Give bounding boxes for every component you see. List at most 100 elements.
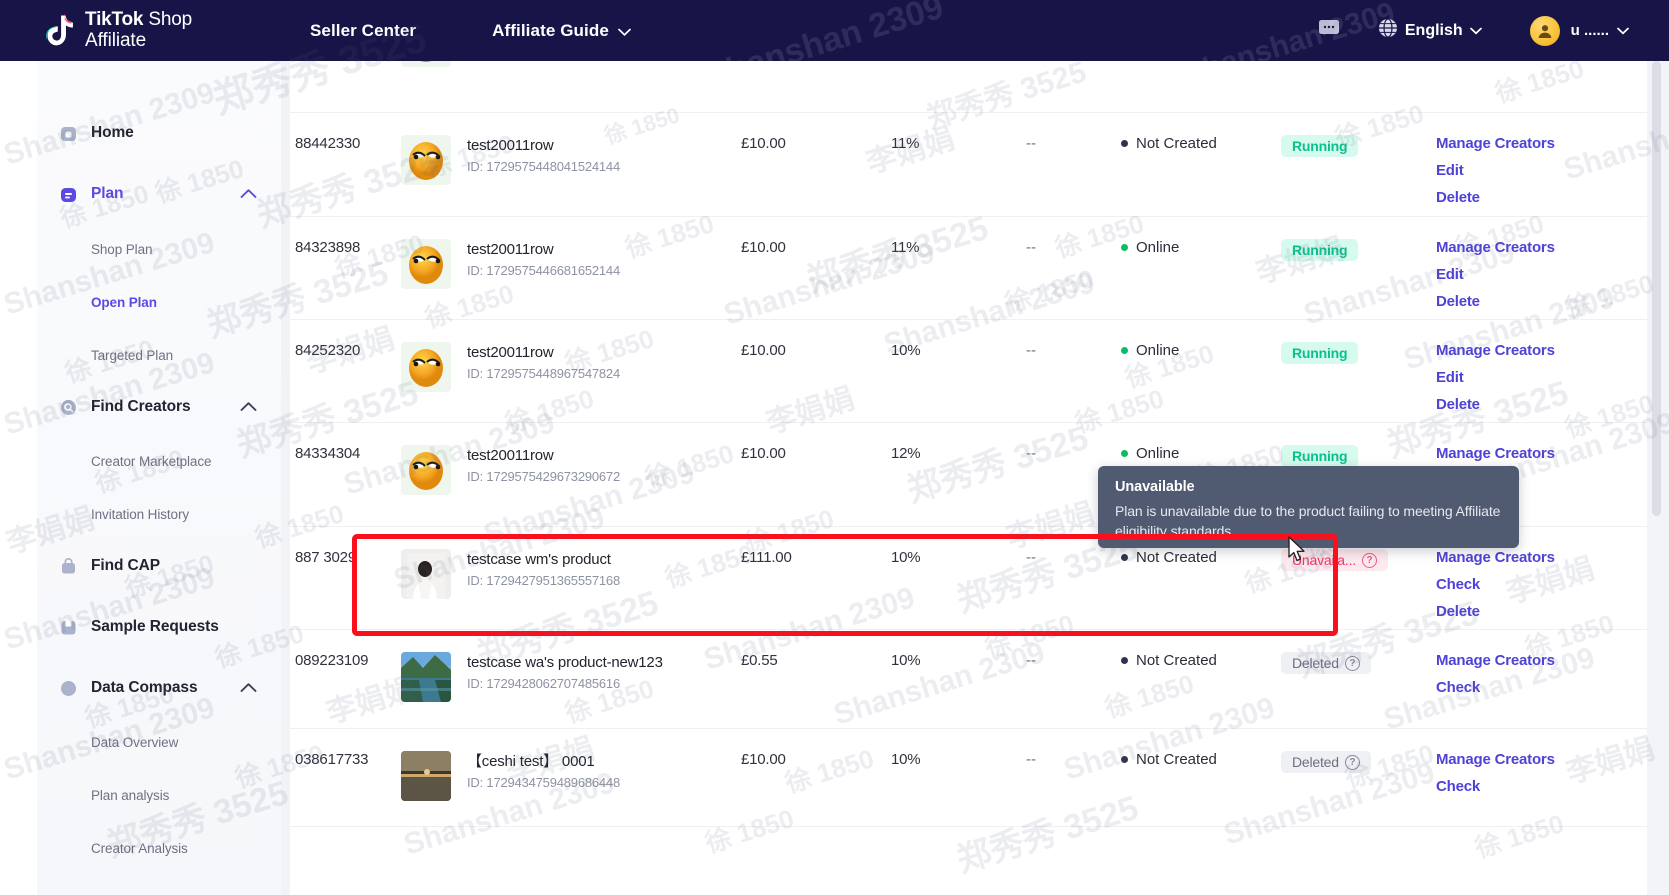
- price-cell: £10.00: [741, 135, 891, 153]
- nav-affiliate-guide[interactable]: Affiliate Guide: [492, 21, 631, 41]
- status-badge-label: Running: [1292, 242, 1348, 258]
- status-badge[interactable]: Deleted?: [1281, 751, 1371, 773]
- sidebar-item-home[interactable]: Home: [37, 117, 281, 149]
- status-badge[interactable]: Running: [1281, 135, 1359, 157]
- table-row[interactable]: 089223109 testcase wa's product-new123 ID:…: [281, 630, 1669, 729]
- price-cell: £111.00: [741, 549, 891, 567]
- help-question-icon[interactable]: ?: [1344, 655, 1360, 671]
- sidebar-subitem-shop-plan[interactable]: Shop Plan: [37, 235, 281, 263]
- status-badge[interactable]: Running: [1281, 445, 1359, 467]
- sidebar-subitem-targeted-plan[interactable]: Targeted Plan: [37, 341, 281, 369]
- action-link-edit[interactable]: Edit: [1436, 162, 1651, 179]
- unavailable-tooltip: Unavailable Plan is unavailable due to t…: [1098, 466, 1519, 548]
- action-link-check[interactable]: Check: [1436, 679, 1651, 696]
- action-link-manage-creators[interactable]: Manage Creators: [1436, 751, 1651, 768]
- product-name: testcase wm's product: [467, 551, 611, 568]
- action-link-manage-creators[interactable]: Manage Creators: [1436, 652, 1651, 669]
- price-value: £10.00: [741, 239, 786, 256]
- nav-seller-center[interactable]: Seller Center: [310, 21, 416, 41]
- sidebar-subitem-creator-analysis[interactable]: Creator Analysis: [37, 834, 281, 862]
- action-link-edit[interactable]: Edit: [1436, 369, 1651, 386]
- sidebar-item-find-creators-label: Find Creators: [91, 398, 191, 415]
- sidebar-item-sample-requests[interactable]: Sample Requests: [37, 611, 281, 643]
- sidebar-item-data-compass[interactable]: Data Compass: [37, 672, 281, 704]
- brand-logo[interactable]: TikTok Shop Affiliate: [40, 9, 192, 51]
- sidebar-item-plan[interactable]: Plan: [37, 178, 281, 210]
- action-link-manage-creators[interactable]: Manage Creators: [1436, 342, 1651, 359]
- language-selector[interactable]: English: [1378, 18, 1482, 43]
- nav-affiliate-guide-label: Affiliate Guide: [492, 20, 609, 40]
- product-emoji-thumbnail: [401, 135, 451, 185]
- sidebar-subitem-invitation-history[interactable]: Invitation History: [37, 500, 281, 528]
- action-link-delete[interactable]: Delete: [1436, 293, 1651, 310]
- left-scroll-rail: [281, 61, 290, 895]
- action-link-manage-creators[interactable]: Manage Creators: [1436, 239, 1651, 256]
- chevron-down-icon: [618, 21, 631, 41]
- globe-icon: [1378, 18, 1398, 43]
- product-status-label: Not Created: [1136, 549, 1217, 566]
- page-scrollbar[interactable]: [1647, 61, 1669, 895]
- table-row[interactable]: 84323898 test20011row ID: 1729575446681652…: [281, 217, 1669, 320]
- user-name-label: u ......: [1570, 22, 1609, 39]
- user-menu[interactable]: u ......: [1571, 22, 1629, 39]
- plan-id-cell: 089223109: [281, 652, 401, 669]
- product-status-label: Online: [1136, 342, 1180, 359]
- actions-cell: Manage Creators Check: [1436, 652, 1651, 696]
- action-link-check[interactable]: Check: [1436, 778, 1651, 795]
- plan-state-cell: Running: [1281, 445, 1436, 467]
- product-status-cell: Not Created: [1121, 135, 1281, 152]
- table-row[interactable]: 038617733 【ceshi test】 0001 ID: 1729434759…: [281, 729, 1669, 827]
- status-badge-label: Deleted: [1292, 754, 1339, 770]
- message-icon[interactable]: [1318, 19, 1340, 43]
- status-badge[interactable]: Running: [1281, 239, 1359, 261]
- table-row[interactable]: 88442330 test20011row ID: 1729575448041524…: [281, 113, 1669, 217]
- product-cell: 【ceshi test】 0001 ID: 1729434759489686448: [401, 751, 741, 801]
- action-link-edit[interactable]: Edit: [1436, 266, 1651, 283]
- chevron-up-icon[interactable]: [240, 399, 257, 417]
- empty-metric-value: --: [1026, 135, 1036, 152]
- commission-rate-cell: 11%: [891, 135, 1026, 153]
- status-badge[interactable]: Deleted?: [1281, 652, 1371, 674]
- help-question-icon[interactable]: ?: [1361, 552, 1377, 568]
- product-status-cell: Not Created: [1121, 549, 1281, 566]
- plan-state-cell: Deleted?: [1281, 652, 1436, 674]
- product-cell: ID: 1729575448372022192: [401, 61, 741, 67]
- product-emoji-thumbnail: [401, 445, 451, 495]
- status-dot-icon: [1121, 554, 1128, 561]
- action-link-check[interactable]: Check: [1436, 576, 1651, 593]
- status-badge[interactable]: Running: [1281, 342, 1359, 364]
- help-question-icon[interactable]: ?: [1344, 754, 1360, 770]
- chevron-up-icon[interactable]: [240, 680, 257, 698]
- empty-metric-value: --: [1026, 549, 1036, 566]
- commission-rate-value: 10%: [891, 751, 921, 768]
- table-row[interactable]: ID: 1729575448372022192EditDelete: [281, 61, 1669, 113]
- sidebar-subitem-plan-analysis[interactable]: Plan analysis: [37, 781, 281, 809]
- product-status-cell: Not Created: [1121, 652, 1281, 669]
- action-link-delete[interactable]: Delete: [1436, 396, 1651, 413]
- action-link-delete[interactable]: Delete: [1436, 603, 1651, 620]
- plan-state-cell: Running: [1281, 135, 1436, 157]
- sidebar-item-find-creators[interactable]: Find Creators: [37, 391, 281, 423]
- chevron-up-icon[interactable]: [240, 186, 257, 204]
- sidebar-item-find-cap[interactable]: Find CAP: [37, 550, 281, 582]
- scrollbar-thumb[interactable]: [1652, 61, 1661, 516]
- sidebar-subitem-creator-marketplace[interactable]: Creator Marketplace: [37, 447, 281, 475]
- action-link-manage-creators[interactable]: Manage Creators: [1436, 445, 1651, 462]
- tiktok-note-icon: [40, 11, 76, 51]
- sidebar-subitem-data-overview[interactable]: Data Overview: [37, 728, 281, 756]
- status-badge-label: Running: [1292, 448, 1348, 464]
- action-link-delete[interactable]: Delete: [1436, 189, 1651, 206]
- price-cell: £0.55: [741, 652, 891, 670]
- plan-id-value: 887 3029: [295, 549, 356, 566]
- product-id: ID: 1729428062707485616: [467, 675, 620, 691]
- avatar[interactable]: [1529, 15, 1560, 46]
- product-id: ID: 1729427951365557168: [467, 572, 620, 588]
- action-link-manage-creators[interactable]: Manage Creators: [1436, 135, 1651, 152]
- plan-id-value: 84252320: [295, 342, 361, 359]
- sidebar-subitem-open-plan[interactable]: Open Plan: [37, 288, 281, 316]
- table-row[interactable]: 84252320 test20011row ID: 1729575448967547…: [281, 320, 1669, 423]
- action-link-manage-creators[interactable]: Manage Creators: [1436, 549, 1651, 566]
- empty-metric-value: --: [1026, 751, 1036, 768]
- product-status-cell: Online: [1121, 342, 1281, 359]
- nav-right-group: English u ......: [1318, 0, 1629, 61]
